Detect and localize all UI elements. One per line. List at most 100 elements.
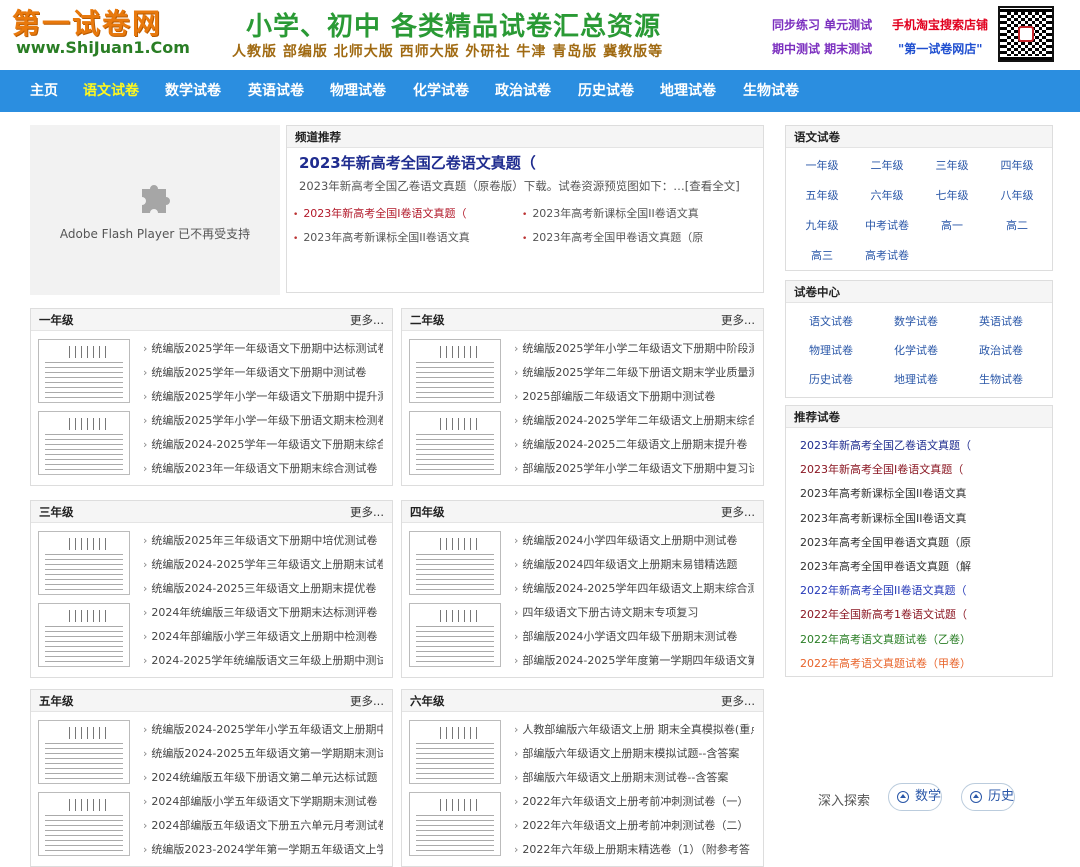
paper-link[interactable]: 2022年六年级上册期末精选卷（1）（附参考答 [514, 841, 754, 857]
grade-link[interactable]: 高考试卷 [859, 247, 915, 263]
nav-politics[interactable]: 政治试卷 [495, 70, 551, 112]
subject-link[interactable]: 物理试卷 [796, 342, 866, 358]
paper-link[interactable]: 2024-2025学年统编版语文三年级上册期中测试 [143, 652, 383, 668]
explore-chip-history[interactable]: 历史 [961, 783, 1016, 811]
explore-chip-math[interactable]: 数学 [888, 783, 943, 811]
grade-link[interactable]: 二年级 [859, 157, 915, 173]
grade-link[interactable]: 五年级 [794, 187, 850, 203]
grade-link[interactable]: 高二 [989, 217, 1045, 233]
nav-chinese[interactable]: 语文试卷 [83, 70, 139, 112]
recommended-paper-link[interactable]: 2022年高考语文真题试卷（甲卷） [800, 655, 971, 671]
grade-link[interactable]: 九年级 [794, 217, 850, 233]
paper-thumbnail[interactable] [38, 339, 130, 403]
featured-item[interactable]: 2023年高考新课标全国II卷语文真 [522, 205, 698, 221]
paper-link[interactable]: 统编版2025年三年级语文下册期中培优测试卷 [143, 532, 383, 548]
grade-link[interactable]: 三年级 [924, 157, 980, 173]
paper-link[interactable]: 部编版2024-2025学年度第一学期四年级语文第 [514, 652, 754, 668]
nav-physics[interactable]: 物理试卷 [330, 70, 386, 112]
featured-item[interactable]: 2023年新高考全国I卷语文真题（ [293, 205, 466, 221]
paper-link[interactable]: 统编版2023年一年级语文下册期末综合测试卷 [143, 460, 383, 476]
featured-title[interactable]: 2023年新高考全国乙卷语文真题（ [299, 152, 536, 173]
paper-thumbnail[interactable] [38, 531, 130, 595]
subject-link[interactable]: 数学试卷 [881, 313, 951, 329]
paper-thumbnail[interactable] [409, 603, 501, 667]
paper-thumbnail[interactable] [409, 792, 501, 856]
paper-link[interactable]: 部编版六年级语文上册期末模拟试题--含答案 [514, 745, 754, 761]
grade-link[interactable]: 一年级 [794, 157, 850, 173]
nav-history[interactable]: 历史试卷 [578, 70, 634, 112]
paper-link[interactable]: 2024年统编版三年级语文下册期末达标测评卷 [143, 604, 383, 620]
nav-geography[interactable]: 地理试卷 [660, 70, 716, 112]
grade-link[interactable]: 七年级 [924, 187, 980, 203]
subject-link[interactable]: 历史试卷 [796, 371, 866, 387]
paper-link[interactable]: 统编版2024-2025学年三年级语文上册期末试卷 [143, 556, 383, 572]
paper-link[interactable]: 统编版2024四年级语文上册期末易错精选题 [514, 556, 754, 572]
subject-link[interactable]: 语文试卷 [796, 313, 866, 329]
paper-link[interactable]: 统编版2023-2024学年第一学期五年级语文上学 [143, 841, 383, 857]
more-link[interactable]: 更多... [350, 309, 384, 331]
nav-english[interactable]: 英语试卷 [248, 70, 304, 112]
paper-link[interactable]: 统编版2025学年一年级语文下册期中测试卷 [143, 364, 383, 380]
paper-link[interactable]: 统编版2024-2025学年二年级语文上册期末综合 [514, 412, 754, 428]
recommended-paper-link[interactable]: 2023年高考全国甲卷语文真题（原 [800, 534, 971, 550]
grade-link[interactable]: 高一 [924, 217, 980, 233]
featured-item[interactable]: 2023年高考新课标全国II卷语文真 [293, 229, 469, 245]
subject-link[interactable]: 英语试卷 [966, 313, 1036, 329]
recommended-paper-link[interactable]: 2023年新高考全国I卷语文真题（ [800, 461, 963, 477]
more-link[interactable]: 更多... [721, 309, 755, 331]
featured-item[interactable]: 2023年高考全国甲卷语文真题（原 [522, 229, 703, 245]
more-link[interactable]: 更多... [721, 501, 755, 523]
paper-thumbnail[interactable] [38, 792, 130, 856]
paper-thumbnail[interactable] [38, 720, 130, 784]
paper-link[interactable]: 统编版2025学年小学一年级语文下册期中提升测 [143, 388, 383, 404]
paper-thumbnail[interactable] [38, 603, 130, 667]
recommended-paper-link[interactable]: 2022年高考语文真题试卷（乙卷） [800, 631, 971, 647]
recommended-paper-link[interactable]: 2023年高考新课标全国II卷语文真 [800, 485, 966, 501]
recommended-paper-link[interactable]: 2023年新高考全国乙卷语文真题（ [800, 437, 971, 453]
subject-link[interactable]: 地理试卷 [881, 371, 951, 387]
paper-link[interactable]: 2024年部编版小学三年级语文上册期中检测卷 [143, 628, 383, 644]
paper-link[interactable]: 2022年六年级语文上册考前冲刺测试卷（一） [514, 793, 754, 809]
grade-link[interactable]: 六年级 [859, 187, 915, 203]
subject-link[interactable]: 生物试卷 [966, 371, 1036, 387]
paper-thumbnail[interactable] [409, 339, 501, 403]
paper-thumbnail[interactable] [409, 531, 501, 595]
nav-math[interactable]: 数学试卷 [165, 70, 221, 112]
grade-link[interactable]: 中考试卷 [859, 217, 915, 233]
paper-thumbnail[interactable] [409, 720, 501, 784]
paper-link[interactable]: 统编版2025学年小学一年级下册语文期末检测卷 [143, 412, 383, 428]
grade-link[interactable]: 八年级 [989, 187, 1045, 203]
grade-link[interactable]: 四年级 [989, 157, 1045, 173]
more-link[interactable]: 更多... [350, 690, 384, 712]
paper-thumbnail[interactable] [409, 411, 501, 475]
paper-link[interactable]: 人教部编版六年级语文上册 期末全真模拟卷(重点 [514, 721, 754, 737]
paper-link[interactable]: 统编版2024-2025学年小学五年级语文上册期中 [143, 721, 383, 737]
nav-biology[interactable]: 生物试卷 [743, 70, 799, 112]
paper-link[interactable]: 部编版六年级语文上册期末测试卷--含答案 [514, 769, 754, 785]
recommended-paper-link[interactable]: 2023年高考新课标全国II卷语文真 [800, 510, 966, 526]
paper-link[interactable]: 部编版2025学年小学二年级语文下册期中复习试 [514, 460, 754, 476]
paper-link[interactable]: 统编版2024-2025三年级语文上册期末提优卷 [143, 580, 383, 596]
paper-link[interactable]: 2025部编版二年级语文下册期中测试卷 [514, 388, 754, 404]
paper-link[interactable]: 统编版2025学年二年级下册语文期末学业质量测 [514, 364, 754, 380]
paper-link[interactable]: 统编版2025学年一年级语文下册期中达标测试卷 [143, 340, 383, 356]
recommended-paper-link[interactable]: 2023年高考全国甲卷语文真题（解 [800, 558, 971, 574]
paper-link[interactable]: 统编版2024小学四年级语文上册期中测试卷 [514, 532, 754, 548]
paper-link[interactable]: 2024统编版五年级下册语文第二单元达标试题 [143, 769, 383, 785]
paper-link[interactable]: 统编版2024-2025五年级语文第一学期期末测试 [143, 745, 383, 761]
paper-link[interactable]: 2024部编版小学五年级语文下学期期末测试卷 [143, 793, 383, 809]
paper-link[interactable]: 2024部编版五年级语文下册五六单元月考测试卷 [143, 817, 383, 833]
paper-link[interactable]: 统编版2025学年小学二年级语文下册期中阶段测 [514, 340, 754, 356]
paper-link[interactable]: 统编版2024-2025学年一年级语文下册期末综合 [143, 436, 383, 452]
more-link[interactable]: 更多... [721, 690, 755, 712]
featured-desc[interactable]: 2023年新高考全国乙卷语文真题（原卷版）下载。试卷资源预览图如下：…[查看全文… [299, 178, 740, 194]
nav-home[interactable]: 主页 [30, 70, 58, 112]
paper-link[interactable]: 统编版2024-2025学年四年级语文上期末综合测 [514, 580, 754, 596]
recommended-paper-link[interactable]: 2022年新高考全国II卷语文真题（ [800, 582, 966, 598]
site-logo[interactable]: 第一试卷网 [12, 2, 162, 42]
grade-link[interactable]: 高三 [794, 247, 850, 263]
paper-link[interactable]: 部编版2024小学语文四年级下册期末测试卷 [514, 628, 754, 644]
paper-thumbnail[interactable] [38, 411, 130, 475]
nav-chemistry[interactable]: 化学试卷 [413, 70, 469, 112]
paper-link[interactable]: 2022年六年级语文上册考前冲刺测试卷（二） [514, 817, 754, 833]
